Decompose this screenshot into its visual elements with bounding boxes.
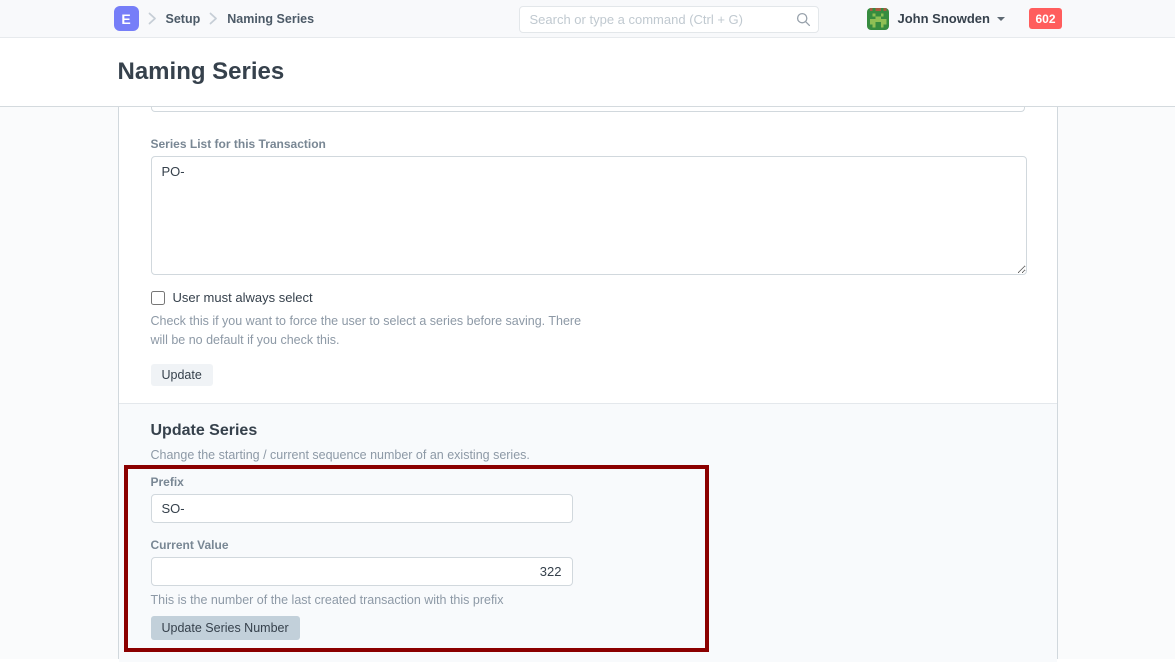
update-series-number-button[interactable]: Update Series Number xyxy=(151,616,300,640)
user-menu[interactable]: John Snowden xyxy=(867,0,1005,37)
global-search xyxy=(519,6,819,33)
user-must-select-row: User must always select xyxy=(151,290,1025,305)
chevron-right-icon xyxy=(209,12,218,25)
breadcrumb-naming-series[interactable]: Naming Series xyxy=(227,12,314,26)
highlight-box: Prefix Current Value This is the number … xyxy=(124,465,709,652)
checkbox-help-text: Check this if you want to force the user… xyxy=(151,312,588,351)
transaction-select-cutoff[interactable] xyxy=(151,107,1025,112)
top-navbar: E Setup Naming Series xyxy=(0,0,1175,38)
notification-badge[interactable]: 602 xyxy=(1029,8,1061,29)
user-name: John Snowden xyxy=(898,11,990,26)
app-logo[interactable]: E xyxy=(114,6,139,31)
app-window: E Setup Naming Series xyxy=(0,0,1175,659)
user-must-select-checkbox[interactable] xyxy=(151,291,165,305)
page-title: Naming Series xyxy=(118,38,1058,86)
page-head: Naming Series xyxy=(0,38,1175,107)
current-value-input[interactable] xyxy=(151,557,573,586)
navbar-inner: E Setup Naming Series xyxy=(114,0,1062,37)
prefix-label: Prefix xyxy=(151,475,705,489)
update-series-heading: Update Series xyxy=(151,422,1025,440)
current-value-label: Current Value xyxy=(151,538,705,552)
page-body: Series List for this Transaction PO- Use… xyxy=(0,107,1175,659)
avatar xyxy=(867,8,889,30)
chevron-right-icon xyxy=(148,12,157,25)
caret-down-icon xyxy=(997,17,1005,21)
series-list-textarea[interactable]: PO- xyxy=(151,156,1027,275)
current-value-help-text: This is the number of the last created t… xyxy=(151,593,705,607)
search-input[interactable] xyxy=(519,6,819,33)
update-series-description: Change the starting / current sequence n… xyxy=(151,448,1025,462)
prefix-input[interactable] xyxy=(151,494,573,523)
search-icon[interactable] xyxy=(796,12,811,30)
content-column: Series List for this Transaction PO- Use… xyxy=(118,107,1058,659)
update-button[interactable]: Update xyxy=(151,364,213,386)
breadcrumb-setup[interactable]: Setup xyxy=(166,12,201,26)
user-must-select-label: User must always select xyxy=(173,290,313,305)
series-list-label: Series List for this Transaction xyxy=(151,137,1025,151)
update-series-section: Update Series Change the starting / curr… xyxy=(119,403,1057,662)
